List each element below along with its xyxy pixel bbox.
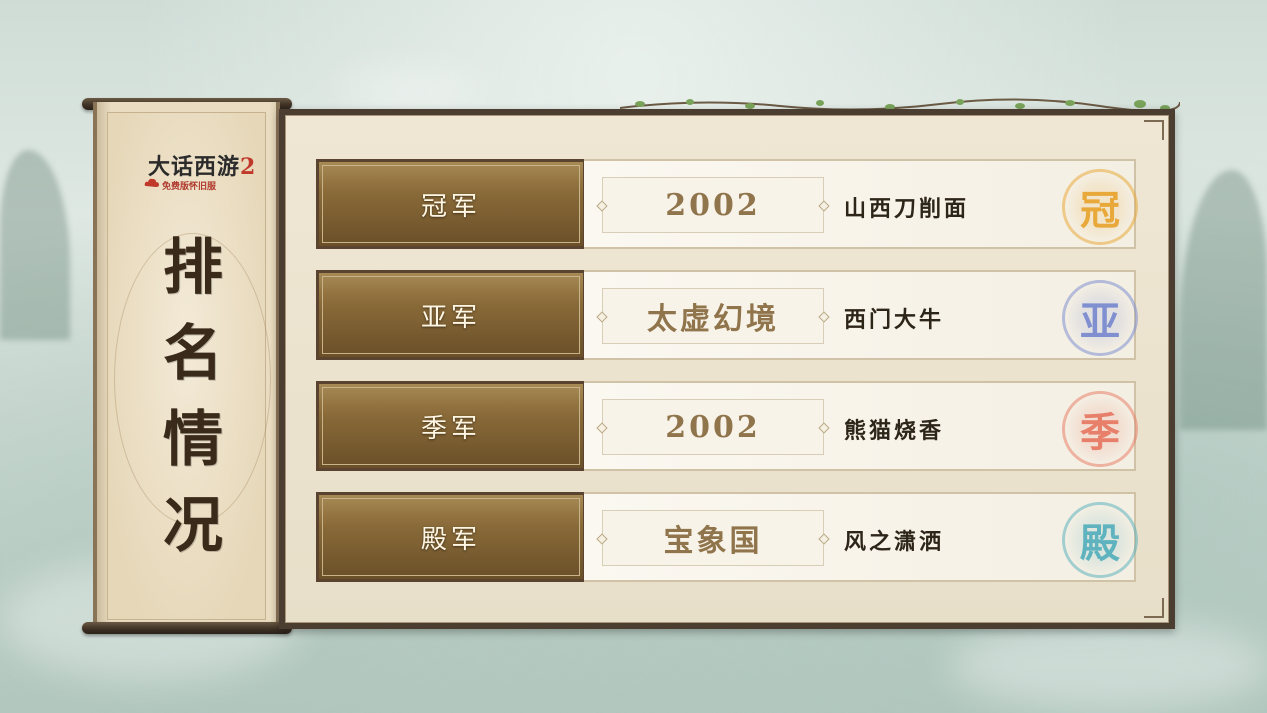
server-box: 2002 xyxy=(602,177,824,233)
rank-label: 亚军 xyxy=(420,302,481,333)
team-name: 风之潇洒 xyxy=(844,530,945,555)
rank-label: 季军 xyxy=(420,413,481,444)
ranking-title-char: 排 xyxy=(163,233,223,303)
ranking-panel: 冠军 2002 山西刀削面 冠 亚军 太虚幻境 西门大牛 亚 季军 2002 熊… xyxy=(279,109,1175,629)
fourth-seal-icon: 殿 xyxy=(1062,502,1138,578)
background-mountain xyxy=(0,150,70,340)
ranking-row-body: 2002 山西刀削面 冠 xyxy=(584,159,1138,249)
server-box: 宝象国 xyxy=(602,510,824,566)
ranking-row-body: 2002 熊猫烧香 季 xyxy=(584,381,1138,471)
logo-title: 大话西游2 xyxy=(148,149,256,181)
runner-up-seal-icon: 亚 xyxy=(1062,280,1138,356)
logo-subtitle: 免费版怀旧服 xyxy=(162,182,217,192)
champion-seal-icon: 冠 xyxy=(1062,169,1138,245)
team-name: 西门大牛 xyxy=(844,308,945,333)
ranking-row-fourth: 殿军 宝象国 风之潇洒 殿 xyxy=(316,492,1138,582)
ranking-row-third: 季军 2002 熊猫烧香 季 xyxy=(316,381,1138,471)
seal-char: 冠 xyxy=(1080,187,1120,234)
ranking-title-char: 名 xyxy=(163,319,223,389)
team-name: 熊猫烧香 xyxy=(844,419,945,444)
game-logo: 大话西游2 免费版怀旧服 xyxy=(144,149,264,197)
ranking-title-char: 情 xyxy=(163,405,223,475)
seal-char: 季 xyxy=(1080,409,1120,456)
rank-button-runner-up: 亚军 xyxy=(316,270,586,360)
seal-char: 亚 xyxy=(1080,298,1120,345)
server-name: 太虚幻境 xyxy=(647,302,779,337)
rank-label: 殿军 xyxy=(420,524,481,555)
server-name: 2002 xyxy=(665,187,761,223)
rank-button-fourth: 殿军 xyxy=(316,492,586,582)
ranking-row-runner-up: 亚军 太虚幻境 西门大牛 亚 xyxy=(316,270,1138,360)
server-name: 2002 xyxy=(665,409,761,445)
server-name: 宝象国 xyxy=(663,524,763,559)
seal-char: 殿 xyxy=(1080,520,1120,567)
title-scroll: 大话西游2 免费版怀旧服 排 名 情 况 xyxy=(93,102,280,630)
third-seal-icon: 季 xyxy=(1062,391,1138,467)
cloud-icon xyxy=(144,178,159,187)
server-box: 太虚幻境 xyxy=(602,288,824,344)
ranking-row-champion: 冠军 2002 山西刀削面 冠 xyxy=(316,159,1138,249)
rank-button-champion: 冠军 xyxy=(316,159,586,249)
rank-button-third: 季军 xyxy=(316,381,586,471)
ranking-row-body: 宝象国 风之潇洒 殿 xyxy=(584,492,1138,582)
ranking-row-body: 太虚幻境 西门大牛 亚 xyxy=(584,270,1138,360)
rank-label: 冠军 xyxy=(420,191,481,222)
scroll-inner-frame: 大话西游2 免费版怀旧服 排 名 情 况 xyxy=(107,112,271,620)
background-mountain xyxy=(1180,170,1267,430)
frame-corner xyxy=(1144,598,1164,618)
server-box: 2002 xyxy=(602,399,824,455)
mist-cloud xyxy=(340,70,480,110)
scroll-bottom-rod xyxy=(82,622,292,634)
logo-number: 2 xyxy=(240,154,257,180)
mist-cloud xyxy=(950,620,1267,710)
ranking-title: 排 名 情 况 xyxy=(148,225,238,569)
frame-corner xyxy=(1144,120,1164,140)
logo-title-text: 大话西游 xyxy=(148,154,241,180)
ranking-panel-inner: 冠军 2002 山西刀削面 冠 亚军 太虚幻境 西门大牛 亚 季军 2002 熊… xyxy=(285,115,1169,623)
ranking-title-char: 况 xyxy=(163,491,223,561)
team-name: 山西刀削面 xyxy=(844,197,970,222)
